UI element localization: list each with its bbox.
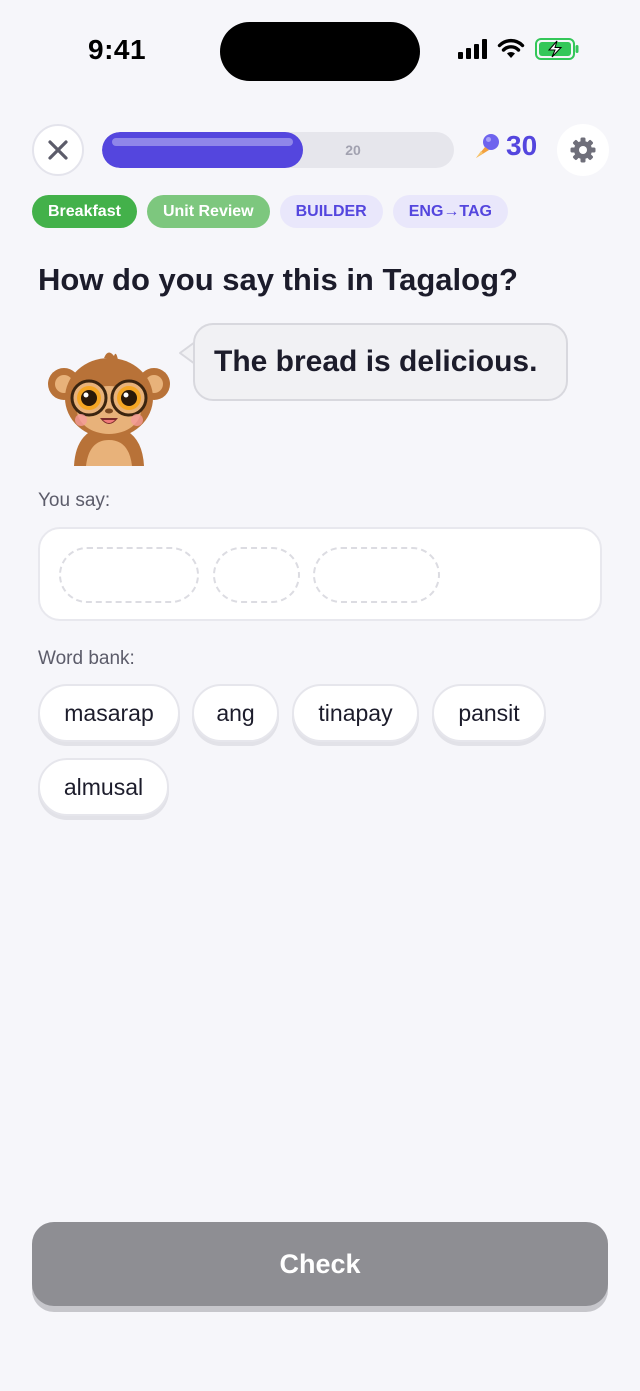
prompt-title: How do you say this in Tagalog? xyxy=(38,262,518,297)
tag-language-direction: ENG→TAG xyxy=(392,195,508,228)
word-chip-pansit[interactable]: pansit xyxy=(432,684,546,742)
battery-charging-icon xyxy=(535,38,579,60)
close-button[interactable] xyxy=(32,124,84,176)
settings-button[interactable] xyxy=(557,124,609,176)
tag-breakfast: Breakfast xyxy=(32,195,137,228)
speech-bubble: The bread is delicious. xyxy=(193,323,568,401)
answer-slot[interactable] xyxy=(213,547,300,603)
lesson-tags: Breakfast Unit Review BUILDER ENG→TAG xyxy=(32,195,508,228)
word-chip-almusal[interactable]: almusal xyxy=(38,758,169,816)
word-chip-tinapay[interactable]: tinapay xyxy=(292,684,419,742)
status-icons xyxy=(458,38,579,60)
gem-counter[interactable]: 30 xyxy=(472,130,537,162)
gem-icon xyxy=(476,134,499,158)
check-button[interactable]: Check xyxy=(32,1222,608,1306)
progress-label: 20 xyxy=(345,142,361,158)
answer-label: You say: xyxy=(38,490,111,511)
word-chip-ang[interactable]: ang xyxy=(192,684,279,742)
prompt-sentence: The bread is delicious. xyxy=(214,345,538,378)
word-chip-masarap[interactable]: masarap xyxy=(38,684,180,742)
word-bank-label: Word bank: xyxy=(38,648,135,669)
tag-unit-review: Unit Review xyxy=(146,195,270,228)
lesson-progress-bar: 20 xyxy=(102,132,454,168)
close-icon xyxy=(48,140,68,160)
tarsier-mascot-icon xyxy=(48,352,170,466)
cellular-signal-icon xyxy=(458,39,487,59)
answer-slot[interactable] xyxy=(313,547,440,603)
answer-area[interactable] xyxy=(38,527,602,621)
dynamic-island xyxy=(220,22,420,81)
gear-icon xyxy=(570,137,596,163)
answer-slot[interactable] xyxy=(59,547,199,603)
gem-count: 30 xyxy=(506,130,538,161)
wifi-icon xyxy=(497,38,525,58)
tag-builder: BUILDER xyxy=(279,195,383,228)
status-bar: 9:41 xyxy=(0,0,640,100)
status-time: 9:41 xyxy=(88,34,147,65)
